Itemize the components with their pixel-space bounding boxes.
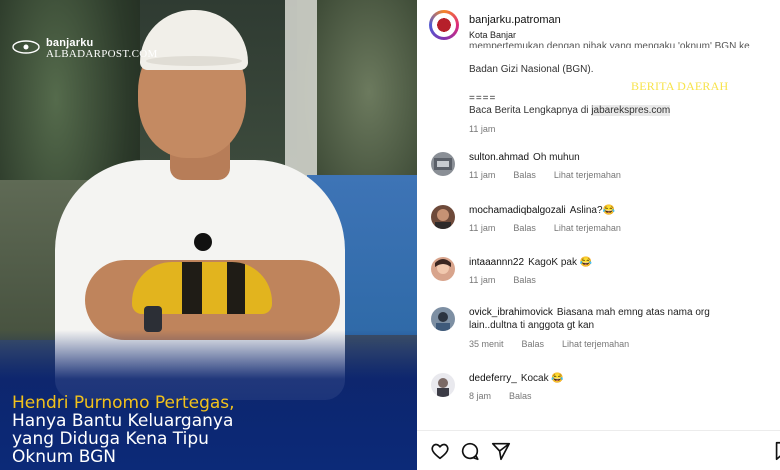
caption-read-more: Baca Berita Lengkapnya di jabarekspres.c… — [469, 105, 671, 116]
caption-truncated-line: mempertemukan dengan pihak yang mengaku … — [469, 41, 750, 48]
comment-user-line: mochamadiqbalgozali Aslina?😂 — [469, 205, 615, 216]
comment-item: sulton.ahmad Oh muhun 11 jam Balas Lihat te… — [417, 152, 780, 202]
read-more-link[interactable]: jabarekspres.com — [591, 105, 671, 116]
comment-meta: 11 jam Balas Lihat terjemahan — [469, 223, 639, 233]
reply-button[interactable]: Balas — [522, 339, 545, 349]
comment-avatar[interactable] — [431, 152, 455, 176]
comment-meta: 11 jam Balas — [469, 275, 554, 285]
post-action-bar — [417, 430, 780, 470]
comment-time: 35 menit — [469, 339, 504, 349]
comment-time: 11 jam — [469, 170, 496, 180]
comment-username[interactable]: mochamadiqbalgozali — [469, 205, 566, 216]
background-pillar — [285, 0, 317, 180]
translate-link[interactable]: Lihat terjemahan — [554, 223, 621, 233]
comment-avatar[interactable] — [431, 205, 455, 229]
headline-line-4: Oknum BGN — [12, 447, 116, 467]
comment-text: KagoK pak 😂 — [528, 257, 593, 268]
headline-line-3: yang Diduga Kena Tipu — [12, 429, 209, 449]
comment-user-line: sulton.ahmad Oh muhun — [469, 152, 580, 163]
comment-meta: 8 jam Balas — [469, 391, 550, 401]
caption-time: 11 jam — [469, 124, 496, 134]
news-photo: banjarku ALBADARPOST.COM Hendri Purnomo … — [0, 0, 417, 470]
comment-time: 11 jam — [469, 275, 496, 285]
headline-line-1: Hendri Purnomo Pertegas, — [12, 393, 235, 413]
heart-icon[interactable] — [429, 440, 451, 462]
comment-username[interactable]: sulton.ahmad — [469, 152, 529, 163]
comment-username[interactable]: ovick_ibrahimovick — [469, 307, 553, 318]
berita-daerah-watermark: BERITA DAERAH — [631, 79, 729, 93]
smartwatch — [144, 306, 162, 332]
comment-avatar[interactable] — [431, 257, 455, 281]
comment-user-line: intaaannn22 KagoK pak 😂 — [469, 257, 592, 268]
caption-line-bgn: Badan Gizi Nasional (BGN). — [469, 64, 594, 75]
translate-link[interactable]: Lihat terjemahan — [554, 170, 621, 180]
comment-text: Kocak 😂 — [520, 373, 564, 384]
comment-text-continued: lain..dultna ti anggota gt kan — [469, 320, 595, 331]
comment-time: 11 jam — [469, 223, 496, 233]
reply-button[interactable]: Balas — [513, 170, 536, 180]
read-more-prefix: Baca Berita Lengkapnya di — [469, 105, 589, 116]
account-avatar[interactable] — [429, 10, 459, 40]
comment-text: Aslina?😂 — [569, 205, 615, 216]
comment-text: Biasana mah emng atas nama org — [556, 307, 710, 318]
reply-button[interactable]: Balas — [513, 223, 536, 233]
instagram-post-panel: banjarku.patroman Kota Banjar mempertemu… — [417, 0, 780, 470]
comment-user-line: dedeferry_ Kocak 😂 — [469, 373, 564, 384]
caption-separator: ==== — [469, 93, 497, 104]
comment-time: 8 jam — [469, 391, 492, 401]
news-headline: Hendri Purnomo Pertegas, Hanya Bantu Kel… — [12, 394, 312, 466]
comment-username[interactable]: dedeferry_ — [469, 373, 517, 384]
banjarku-logo-icon — [12, 40, 40, 54]
comment-avatar[interactable] — [431, 307, 455, 331]
comment-meta: 11 jam Balas Lihat terjemahan — [469, 170, 639, 180]
comment-text: Oh muhun — [533, 152, 580, 163]
logo-site-watermark: ALBADARPOST.COM — [46, 48, 158, 60]
share-icon[interactable] — [490, 440, 512, 462]
comment-avatar[interactable] — [431, 373, 455, 397]
account-username[interactable]: banjarku.patroman — [469, 14, 561, 26]
headline-line-2: Hanya Bantu Keluarganya — [12, 411, 234, 431]
comment-meta: 35 menit Balas Lihat terjemahan — [469, 339, 647, 349]
comment-username[interactable]: intaaannn22 — [469, 257, 524, 268]
cap-bill — [146, 56, 242, 66]
comment-icon[interactable] — [459, 440, 481, 462]
comment-item: ovick_ibrahimovick Biasana mah emng atas … — [417, 307, 780, 357]
comment-item: mochamadiqbalgozali Aslina?😂 11 jam Balas L… — [417, 205, 780, 255]
reply-button[interactable]: Balas — [513, 275, 536, 285]
comment-item: intaaannn22 KagoK pak 😂 11 jam Balas — [417, 257, 780, 307]
clip-microphone — [194, 233, 212, 251]
translate-link[interactable]: Lihat terjemahan — [562, 339, 629, 349]
reply-button[interactable]: Balas — [509, 391, 532, 401]
comment-user-line: ovick_ibrahimovick Biasana mah emng atas … — [469, 307, 710, 318]
bookmark-icon[interactable] — [772, 440, 780, 462]
comment-item: dedeferry_ Kocak 😂 8 jam Balas — [417, 373, 780, 423]
